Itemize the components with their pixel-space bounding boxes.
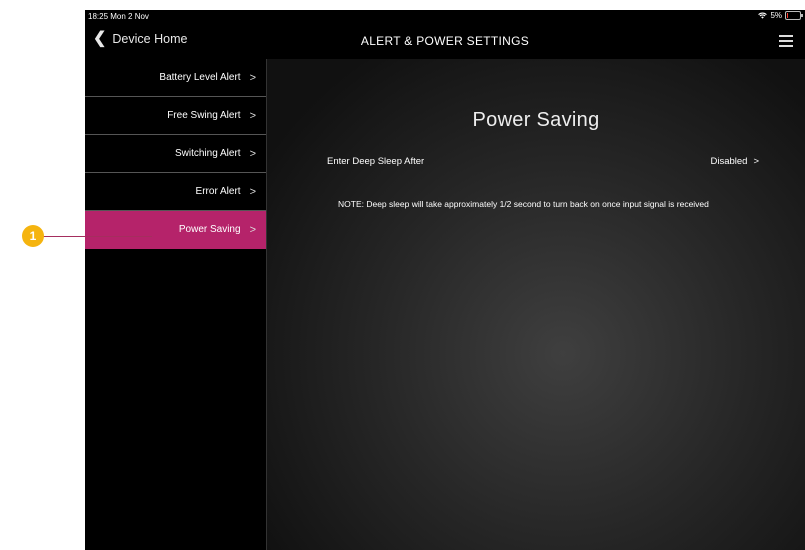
battery-icon <box>785 11 803 20</box>
chevron-right-icon: > <box>249 223 256 236</box>
ipad-screen: 18:25 Mon 2 Nov 5% ❮ Device Home ALERT &… <box>85 10 805 550</box>
chevron-right-icon: > <box>249 109 256 122</box>
callout-line <box>40 236 152 237</box>
setting-label: Enter Deep Sleep After <box>327 156 425 167</box>
deep-sleep-note: NOTE: Deep sleep will take approximately… <box>338 199 709 209</box>
hamburger-menu-icon[interactable] <box>779 35 793 50</box>
chevron-right-icon: > <box>249 185 256 198</box>
sidebar-item-error-alert[interactable]: Error Alert > <box>85 173 266 211</box>
sidebar-item-label: Battery Level Alert <box>159 72 241 83</box>
page-title: ALERT & POWER SETTINGS <box>360 34 530 48</box>
status-time: 18:25 Mon 2 Nov <box>88 12 149 21</box>
deep-sleep-setting-row[interactable]: Enter Deep Sleep After Disabled > <box>327 156 759 167</box>
status-right: 5% <box>758 11 803 20</box>
sidebar: Battery Level Alert > Free Swing Alert >… <box>85 59 267 550</box>
chevron-right-icon: > <box>249 147 256 160</box>
chevron-right-icon: > <box>249 71 256 84</box>
setting-value-text: Disabled <box>710 156 748 167</box>
wifi-icon <box>758 12 768 19</box>
sidebar-item-label: Error Alert <box>195 186 241 197</box>
status-bar: 18:25 Mon 2 Nov 5% <box>85 10 805 24</box>
sidebar-item-label: Power Saving <box>178 224 241 235</box>
callout-badge: 1 <box>22 225 44 247</box>
sidebar-item-battery-level-alert[interactable]: Battery Level Alert > <box>85 59 266 97</box>
sidebar-item-power-saving[interactable]: Power Saving > <box>85 211 266 249</box>
sidebar-item-switching-alert[interactable]: Switching Alert > <box>85 135 266 173</box>
nav-bar: ❮ Device Home ALERT & POWER SETTINGS <box>85 24 805 59</box>
chevron-right-icon: > <box>753 156 759 167</box>
sidebar-item-free-swing-alert[interactable]: Free Swing Alert > <box>85 97 266 135</box>
setting-value[interactable]: Disabled > <box>710 156 759 167</box>
battery-percent: 5% <box>770 11 782 20</box>
main-content: Power Saving Enter Deep Sleep After Disa… <box>267 59 805 550</box>
section-title: Power Saving <box>472 109 600 131</box>
sidebar-item-label: Switching Alert <box>174 148 241 159</box>
sidebar-item-label: Free Swing Alert <box>167 110 241 121</box>
